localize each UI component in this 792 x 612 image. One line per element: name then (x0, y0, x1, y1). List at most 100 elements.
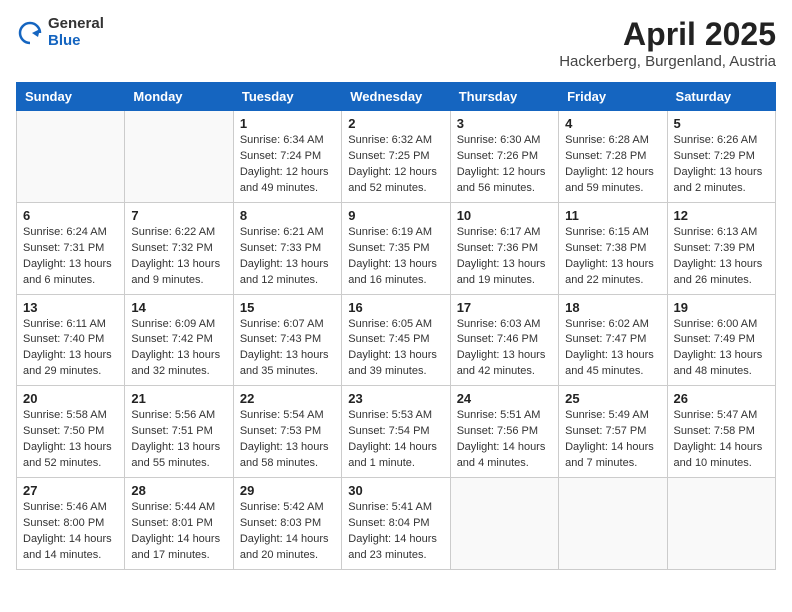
table-row: 3 Sunrise: 6:30 AM Sunset: 7:26 PM Daylig… (450, 111, 558, 203)
col-sunday: Sunday (17, 83, 125, 111)
col-saturday: Saturday (667, 83, 775, 111)
day-number: 3 (457, 116, 552, 131)
col-friday: Friday (559, 83, 667, 111)
table-row: 23 Sunrise: 5:53 AM Sunset: 7:54 PM Dayli… (342, 386, 450, 478)
table-row (559, 478, 667, 570)
day-number: 14 (131, 300, 226, 315)
logo-icon (16, 19, 44, 47)
table-row: 5 Sunrise: 6:26 AM Sunset: 7:29 PM Daylig… (667, 111, 775, 203)
col-thursday: Thursday (450, 83, 558, 111)
month-title: April 2025 (559, 16, 776, 53)
day-number: 20 (23, 391, 118, 406)
table-row: 8 Sunrise: 6:21 AM Sunset: 7:33 PM Daylig… (233, 202, 341, 294)
day-detail: Sunrise: 5:56 AM Sunset: 7:51 PM Dayligh… (131, 408, 226, 472)
day-number: 2 (348, 116, 443, 131)
table-row: 29 Sunrise: 5:42 AM Sunset: 8:03 PM Dayli… (233, 478, 341, 570)
day-detail: Sunrise: 5:47 AM Sunset: 7:58 PM Dayligh… (674, 408, 769, 472)
table-row: 24 Sunrise: 5:51 AM Sunset: 7:56 PM Dayli… (450, 386, 558, 478)
logo-blue: Blue (48, 32, 81, 49)
table-row: 2 Sunrise: 6:32 AM Sunset: 7:25 PM Daylig… (342, 111, 450, 203)
col-wednesday: Wednesday (342, 83, 450, 111)
day-detail: Sunrise: 6:32 AM Sunset: 7:25 PM Dayligh… (348, 133, 443, 197)
day-detail: Sunrise: 5:44 AM Sunset: 8:01 PM Dayligh… (131, 500, 226, 564)
day-number: 13 (23, 300, 118, 315)
day-number: 23 (348, 391, 443, 406)
day-detail: Sunrise: 6:24 AM Sunset: 7:31 PM Dayligh… (23, 225, 118, 289)
day-detail: Sunrise: 6:21 AM Sunset: 7:33 PM Dayligh… (240, 225, 335, 289)
table-row: 16Sunrise: 6:05 AM Sunset: 7:45 PM Dayli… (342, 294, 450, 386)
day-detail: Sunrise: 6:00 AM Sunset: 7:49 PM Dayligh… (674, 317, 769, 381)
table-row: 18Sunrise: 6:02 AM Sunset: 7:47 PM Dayli… (559, 294, 667, 386)
day-detail: Sunrise: 6:13 AM Sunset: 7:39 PM Dayligh… (674, 225, 769, 289)
day-number: 6 (23, 208, 118, 223)
calendar-week-row: 13 Sunrise: 6:11 AM Sunset: 7:40 PM Dayli… (17, 294, 776, 386)
day-detail: Sunrise: 6:30 AM Sunset: 7:26 PM Dayligh… (457, 133, 552, 197)
table-row: 15 Sunrise: 6:07 AM Sunset: 7:43 PM Dayli… (233, 294, 341, 386)
logo-general: General (48, 15, 104, 32)
day-number: 21 (131, 391, 226, 406)
day-number: 9 (348, 208, 443, 223)
day-number: 29 (240, 483, 335, 498)
title-block: April 2025 Hackerberg, Burgenland, Austr… (559, 16, 776, 70)
table-row: 22 Sunrise: 5:54 AM Sunset: 7:53 PM Dayli… (233, 386, 341, 478)
day-detail: Sunrise: 6:03 AM Sunset: 7:46 PM Dayligh… (457, 317, 552, 381)
day-number: 15 (240, 300, 335, 315)
calendar-week-row: 6 Sunrise: 6:24 AM Sunset: 7:31 PM Daylig… (17, 202, 776, 294)
day-detail: Sunrise: 6:22 AM Sunset: 7:32 PM Dayligh… (131, 225, 226, 289)
day-number: 22 (240, 391, 335, 406)
table-row: 26Sunrise: 5:47 AM Sunset: 7:58 PM Dayli… (667, 386, 775, 478)
day-detail: Sunrise: 6:07 AM Sunset: 7:43 PM Dayligh… (240, 317, 335, 381)
table-row (17, 111, 125, 203)
day-number: 12 (674, 208, 769, 223)
table-row: 17Sunrise: 6:03 AM Sunset: 7:46 PM Dayli… (450, 294, 558, 386)
day-detail: Sunrise: 6:26 AM Sunset: 7:29 PM Dayligh… (674, 133, 769, 197)
table-row: 30 Sunrise: 5:41 AM Sunset: 8:04 PM Dayli… (342, 478, 450, 570)
day-number: 28 (131, 483, 226, 498)
day-number: 24 (457, 391, 552, 406)
day-detail: Sunrise: 5:51 AM Sunset: 7:56 PM Dayligh… (457, 408, 552, 472)
table-row: 7 Sunrise: 6:22 AM Sunset: 7:32 PM Daylig… (125, 202, 233, 294)
day-detail: Sunrise: 6:17 AM Sunset: 7:36 PM Dayligh… (457, 225, 552, 289)
day-number: 7 (131, 208, 226, 223)
calendar-week-row: 20 Sunrise: 5:58 AM Sunset: 7:50 PM Dayli… (17, 386, 776, 478)
table-row: 20 Sunrise: 5:58 AM Sunset: 7:50 PM Dayli… (17, 386, 125, 478)
table-row: 13 Sunrise: 6:11 AM Sunset: 7:40 PM Dayli… (17, 294, 125, 386)
day-number: 10 (457, 208, 552, 223)
table-row: 28 Sunrise: 5:44 AM Sunset: 8:01 PM Dayli… (125, 478, 233, 570)
page-header: General Blue April 2025 Hackerberg, Burg… (16, 16, 776, 70)
day-detail: Sunrise: 6:19 AM Sunset: 7:35 PM Dayligh… (348, 225, 443, 289)
calendar-week-row: 27Sunrise: 5:46 AM Sunset: 8:00 PM Dayli… (17, 478, 776, 570)
day-detail: Sunrise: 5:53 AM Sunset: 7:54 PM Dayligh… (348, 408, 443, 472)
table-row: 12 Sunrise: 6:13 AM Sunset: 7:39 PM Dayli… (667, 202, 775, 294)
day-number: 30 (348, 483, 443, 498)
table-row (125, 111, 233, 203)
table-row: 14 Sunrise: 6:09 AM Sunset: 7:42 PM Dayli… (125, 294, 233, 386)
day-number: 5 (674, 116, 769, 131)
day-number: 8 (240, 208, 335, 223)
location: Hackerberg, Burgenland, Austria (559, 53, 776, 70)
table-row (667, 478, 775, 570)
day-detail: Sunrise: 6:09 AM Sunset: 7:42 PM Dayligh… (131, 317, 226, 381)
table-row: 19 Sunrise: 6:00 AM Sunset: 7:49 PM Dayli… (667, 294, 775, 386)
day-detail: Sunrise: 6:11 AM Sunset: 7:40 PM Dayligh… (23, 317, 118, 381)
table-row: 21 Sunrise: 5:56 AM Sunset: 7:51 PM Dayli… (125, 386, 233, 478)
table-row: 4 Sunrise: 6:28 AM Sunset: 7:28 PM Daylig… (559, 111, 667, 203)
day-detail: Sunrise: 5:41 AM Sunset: 8:04 PM Dayligh… (348, 500, 443, 564)
day-detail: Sunrise: 5:49 AM Sunset: 7:57 PM Dayligh… (565, 408, 660, 472)
day-detail: Sunrise: 6:28 AM Sunset: 7:28 PM Dayligh… (565, 133, 660, 197)
day-number: 16 (348, 300, 443, 315)
day-number: 19 (674, 300, 769, 315)
table-row (450, 478, 558, 570)
table-row: 25Sunrise: 5:49 AM Sunset: 7:57 PM Dayli… (559, 386, 667, 478)
day-number: 1 (240, 116, 335, 131)
col-monday: Monday (125, 83, 233, 111)
day-number: 18 (565, 300, 660, 315)
day-number: 11 (565, 208, 660, 223)
day-detail: Sunrise: 5:42 AM Sunset: 8:03 PM Dayligh… (240, 500, 335, 564)
col-tuesday: Tuesday (233, 83, 341, 111)
day-detail: Sunrise: 5:58 AM Sunset: 7:50 PM Dayligh… (23, 408, 118, 472)
day-detail: Sunrise: 5:54 AM Sunset: 7:53 PM Dayligh… (240, 408, 335, 472)
table-row: 6 Sunrise: 6:24 AM Sunset: 7:31 PM Daylig… (17, 202, 125, 294)
day-number: 4 (565, 116, 660, 131)
calendar-header-row: Sunday Monday Tuesday Wednesday Thursday… (17, 83, 776, 111)
